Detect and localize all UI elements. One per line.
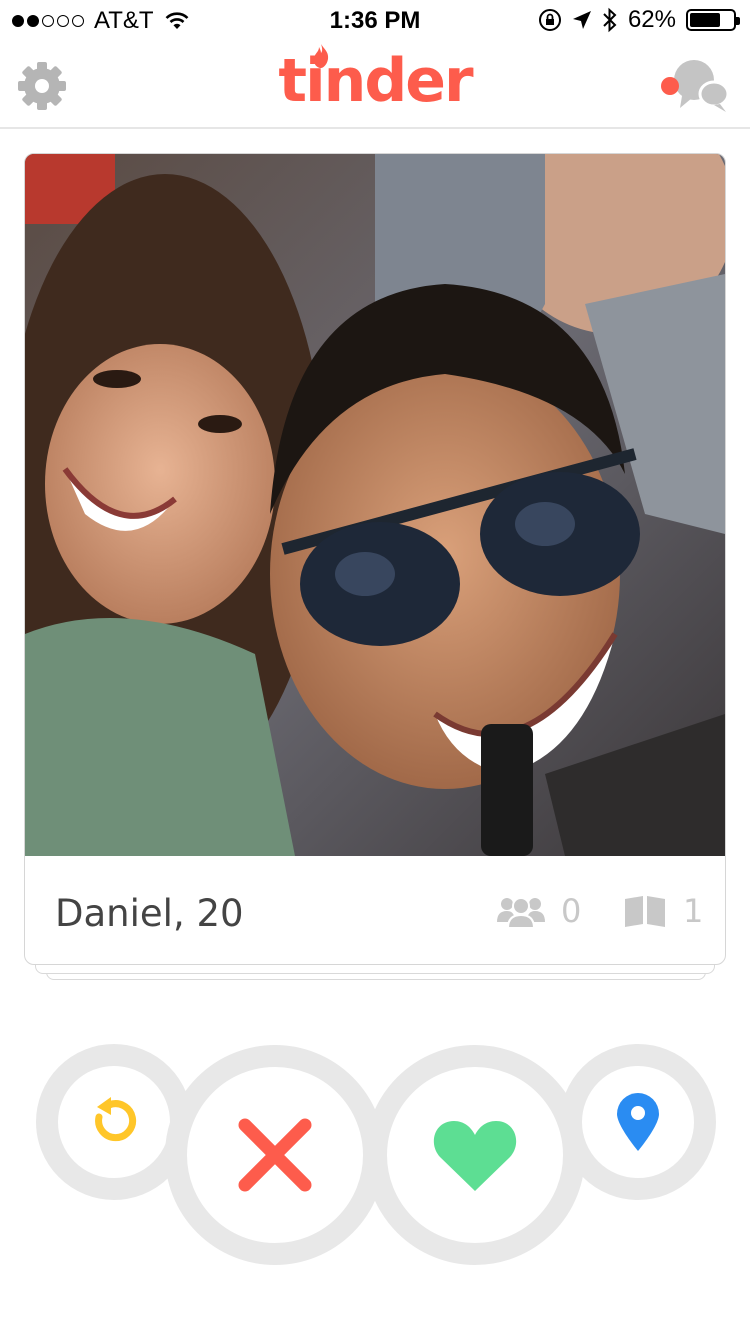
flame-icon: [313, 44, 329, 68]
close-icon: [238, 1118, 312, 1192]
bluetooth-icon: [603, 7, 617, 33]
status-right: 62%: [538, 6, 740, 34]
undo-icon: [95, 1097, 137, 1142]
card-info: Daniel, 20 0 1: [25, 856, 725, 964]
common-interests-count: 1: [683, 892, 704, 930]
book-icon: [625, 896, 665, 927]
friends-icon: [497, 897, 545, 928]
common-friends: 0: [497, 892, 581, 930]
nav-bar: tinder: [0, 40, 750, 129]
logo-text: tinder: [278, 46, 473, 116]
nope-button[interactable]: [165, 1045, 385, 1265]
common-interests: 1: [623, 892, 703, 930]
location-button[interactable]: [560, 1044, 716, 1200]
status-bar: AT&T 1:36 PM 62%: [0, 0, 750, 40]
profile-photo[interactable]: [25, 154, 725, 856]
battery-icon: [686, 9, 740, 31]
heart-icon: [433, 1121, 517, 1191]
location-pin-icon: [617, 1093, 659, 1151]
rotation-lock-icon: [538, 9, 561, 31]
common-friends-count: 0: [561, 892, 582, 930]
chat-bubbles-icon[interactable]: [658, 58, 732, 114]
location-arrow-icon: [572, 11, 591, 29]
notification-dot: [661, 77, 679, 95]
battery-percent: 62%: [627, 6, 676, 33]
profile-card[interactable]: Daniel, 20 0 1: [24, 153, 726, 965]
tinder-logo: tinder: [0, 46, 750, 116]
profile-name-age: Daniel, 20: [55, 892, 244, 935]
like-button[interactable]: [365, 1045, 585, 1265]
